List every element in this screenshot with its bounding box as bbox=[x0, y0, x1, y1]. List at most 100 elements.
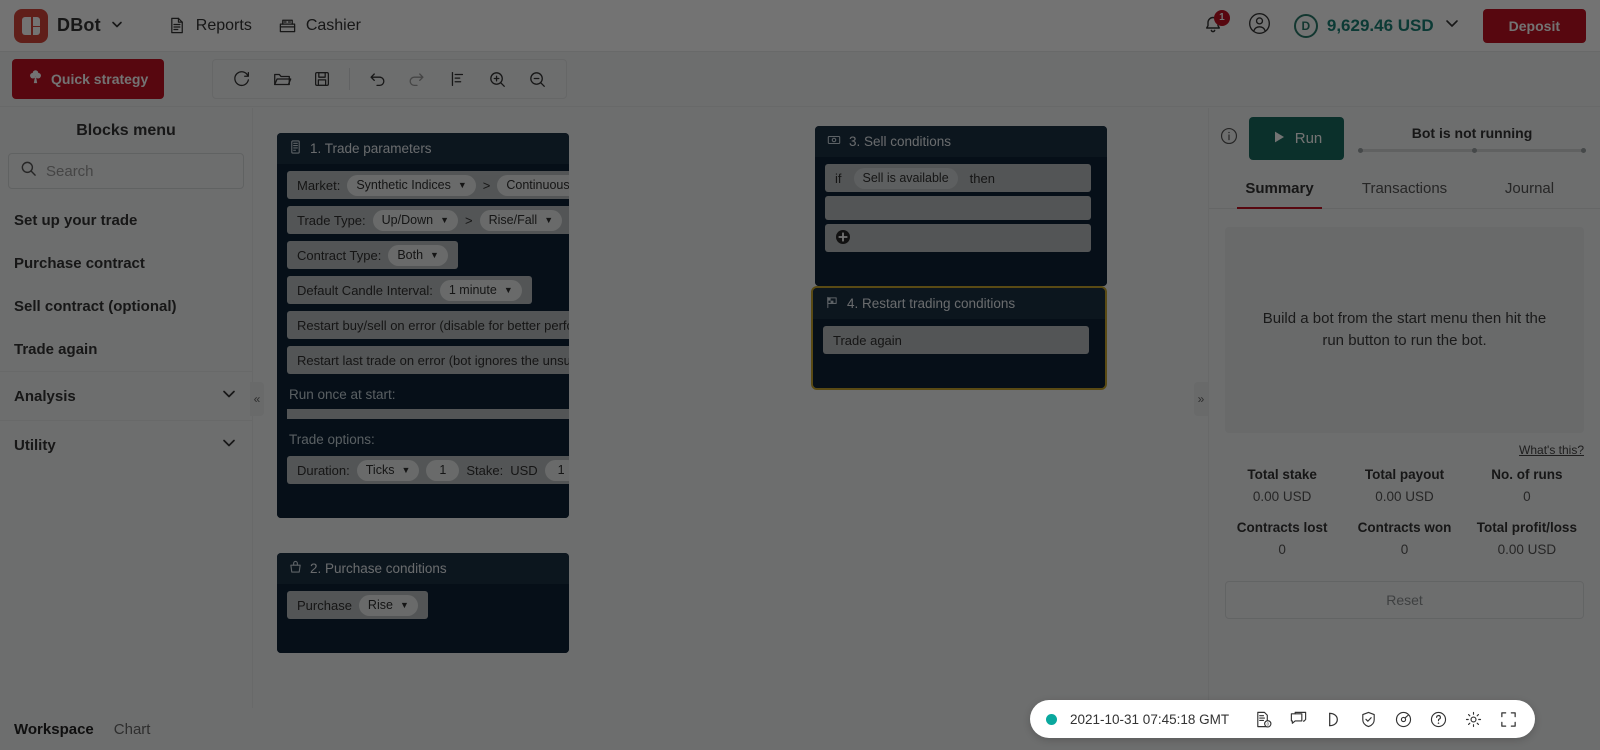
block-trade-parameters-body: Market: Synthetic Indices ▼ > Continuous… bbox=[277, 171, 569, 518]
search-input[interactable] bbox=[46, 162, 232, 180]
sell-statement-slot[interactable] bbox=[825, 196, 1091, 220]
run-once-at-start-statement[interactable]: Run once at start: bbox=[277, 380, 567, 409]
collapse-right-panel-handle[interactable]: » bbox=[1194, 382, 1208, 416]
sidebar-item-label: Analysis bbox=[14, 387, 76, 405]
collapse-sidebar-handle[interactable]: « bbox=[250, 382, 264, 416]
stat-no-of-runs: No. of runs 0 bbox=[1466, 467, 1588, 504]
redo-icon[interactable] bbox=[400, 62, 434, 96]
deposit-button[interactable]: Deposit bbox=[1482, 8, 1586, 43]
zoom-out-icon[interactable] bbox=[520, 62, 554, 96]
help-icon[interactable] bbox=[1427, 708, 1449, 730]
sidebar-item-analysis[interactable]: Analysis bbox=[0, 371, 252, 420]
footer-tabs: Workspace Chart bbox=[0, 708, 150, 750]
nav-item-cashier[interactable]: Cashier bbox=[278, 16, 361, 35]
candle-interval-value: 1 minute bbox=[448, 283, 497, 297]
sell-condition-slot[interactable]: Sell is available bbox=[853, 167, 958, 189]
nav-item-reports[interactable]: Reports bbox=[168, 16, 252, 35]
search-box[interactable] bbox=[8, 153, 244, 189]
block-purchase-conditions[interactable]: 2. Purchase conditions Purchase Rise ▼ bbox=[277, 553, 569, 653]
chevron-down-icon: ▼ bbox=[401, 465, 411, 475]
connection-status-icon bbox=[1046, 713, 1057, 725]
add-icon[interactable] bbox=[835, 229, 851, 248]
chevron-down-icon: ▼ bbox=[399, 600, 409, 610]
market-row[interactable]: Market: Synthetic Indices ▼ > Continuous… bbox=[287, 171, 569, 199]
stat-total-profit-loss: Total profit/loss 0.00 USD bbox=[1466, 520, 1588, 557]
trade-options-row[interactable]: Duration: Ticks ▼ 1 Stake: USD 1 bbox=[287, 456, 569, 484]
trade-options-statement[interactable]: Trade options: bbox=[277, 425, 567, 454]
block-restart-trading-conditions[interactable]: 4. Restart trading conditions Trade agai… bbox=[813, 288, 1105, 388]
stake-value-field[interactable]: 1 bbox=[544, 459, 569, 481]
duration-unit-dropdown[interactable]: Ticks ▼ bbox=[356, 459, 420, 481]
reset-button[interactable]: Reset bbox=[1225, 581, 1584, 619]
undo-icon[interactable] bbox=[360, 62, 394, 96]
deriv-icon[interactable] bbox=[1322, 708, 1344, 730]
stat-value: 0 bbox=[1400, 542, 1409, 557]
chevron-down-icon[interactable] bbox=[220, 385, 238, 407]
block-trade-parameters[interactable]: 1. Trade parameters Market: Synthetic In… bbox=[277, 133, 569, 518]
sidebar-item-set-up-your-trade[interactable]: Set up your trade bbox=[0, 199, 252, 242]
market-dropdown[interactable]: Synthetic Indices ▼ bbox=[347, 174, 476, 196]
speedometer-icon[interactable] bbox=[1392, 708, 1414, 730]
submarket-dropdown[interactable]: Continuous Indices ▼ bbox=[497, 174, 569, 196]
footer-tab-workspace[interactable]: Workspace bbox=[14, 721, 94, 738]
shield-check-icon[interactable] bbox=[1357, 708, 1379, 730]
trade-type-category-value: Up/Down bbox=[381, 213, 434, 227]
balance-display[interactable]: D 9,629.46 USD bbox=[1293, 13, 1461, 38]
sort-icon[interactable] bbox=[440, 62, 474, 96]
contract-type-value: Both bbox=[397, 248, 424, 262]
block-sell-conditions[interactable]: 3. Sell conditions if Sell is available … bbox=[815, 126, 1107, 286]
chevron-down-icon: ▼ bbox=[430, 250, 439, 260]
balance-chevron-down-icon[interactable] bbox=[1443, 14, 1461, 37]
blockly-workspace[interactable]: 1. Trade parameters Market: Synthetic In… bbox=[253, 108, 1208, 708]
brand[interactable]: DBot bbox=[14, 8, 124, 43]
reset-icon[interactable] bbox=[225, 62, 259, 96]
tab-transactions[interactable]: Transactions bbox=[1342, 168, 1467, 208]
notification-badge: 1 bbox=[1213, 9, 1230, 26]
trade-type-row[interactable]: Trade Type: Up/Down ▼ > Rise/Fall ▼ bbox=[287, 206, 569, 234]
contract-type-dropdown[interactable]: Both ▼ bbox=[388, 244, 448, 266]
trade-type-dropdown[interactable]: Rise/Fall ▼ bbox=[479, 209, 563, 231]
fullscreen-icon[interactable] bbox=[1497, 708, 1519, 730]
sell-add-row[interactable] bbox=[825, 224, 1091, 252]
purchase-row[interactable]: Purchase Rise ▼ bbox=[287, 591, 428, 619]
sidebar-item-utility[interactable]: Utility bbox=[0, 420, 252, 469]
notifications-button[interactable]: 1 bbox=[1201, 9, 1230, 39]
run-button[interactable]: Run bbox=[1249, 117, 1344, 160]
save-icon[interactable] bbox=[305, 62, 339, 96]
tab-summary[interactable]: Summary bbox=[1217, 168, 1342, 209]
candle-interval-dropdown[interactable]: 1 minute ▼ bbox=[439, 279, 522, 301]
whats-this-link[interactable]: What's this? bbox=[1519, 443, 1584, 457]
purchase-dropdown[interactable]: Rise ▼ bbox=[358, 594, 418, 616]
stat-value: 0.00 USD bbox=[1497, 542, 1557, 557]
gear-icon[interactable] bbox=[1462, 708, 1484, 730]
info-icon[interactable] bbox=[1219, 126, 1239, 151]
chevron-down-icon[interactable] bbox=[110, 17, 124, 34]
chat-icon[interactable] bbox=[1287, 708, 1309, 730]
sidebar-item-sell-contract[interactable]: Sell contract (optional) bbox=[0, 285, 252, 328]
network-status-icon[interactable]: 0 bbox=[1252, 708, 1274, 730]
sidebar-item-trade-again[interactable]: Trade again bbox=[0, 328, 252, 371]
block-sell-conditions-header: 3. Sell conditions bbox=[815, 126, 1107, 157]
quick-strategy-button[interactable]: Quick strategy bbox=[12, 59, 165, 99]
open-folder-icon[interactable] bbox=[265, 62, 299, 96]
duration-value-field[interactable]: 1 bbox=[426, 459, 460, 481]
stake-label: Stake: bbox=[466, 462, 504, 478]
footer-tab-chart[interactable]: Chart bbox=[114, 721, 151, 738]
zoom-in-icon[interactable] bbox=[480, 62, 514, 96]
restart-on-error-row[interactable]: Restart buy/sell on error (disable for b… bbox=[287, 311, 569, 339]
trade-type-category-dropdown[interactable]: Up/Down ▼ bbox=[372, 209, 458, 231]
contract-type-row[interactable]: Contract Type: Both ▼ bbox=[287, 241, 458, 269]
sidebar-item-label: Purchase contract bbox=[14, 255, 145, 272]
trade-again-row[interactable]: Trade again bbox=[823, 326, 1089, 354]
candle-interval-row[interactable]: Default Candle Interval: 1 minute ▼ bbox=[287, 276, 532, 304]
progress-dot bbox=[1358, 148, 1363, 153]
sell-if-row[interactable]: if Sell is available then bbox=[825, 164, 1091, 192]
account-button[interactable] bbox=[1247, 11, 1272, 41]
account-icon bbox=[1248, 12, 1270, 34]
then-label: then bbox=[969, 170, 995, 186]
block-trade-parameters-title: 1. Trade parameters bbox=[310, 141, 432, 156]
tab-journal[interactable]: Journal bbox=[1467, 168, 1592, 208]
sidebar-item-purchase-contract[interactable]: Purchase contract bbox=[0, 242, 252, 285]
restart-last-trade-row[interactable]: Restart last trade on error (bot ignores… bbox=[287, 346, 569, 374]
chevron-down-icon[interactable] bbox=[220, 434, 238, 456]
